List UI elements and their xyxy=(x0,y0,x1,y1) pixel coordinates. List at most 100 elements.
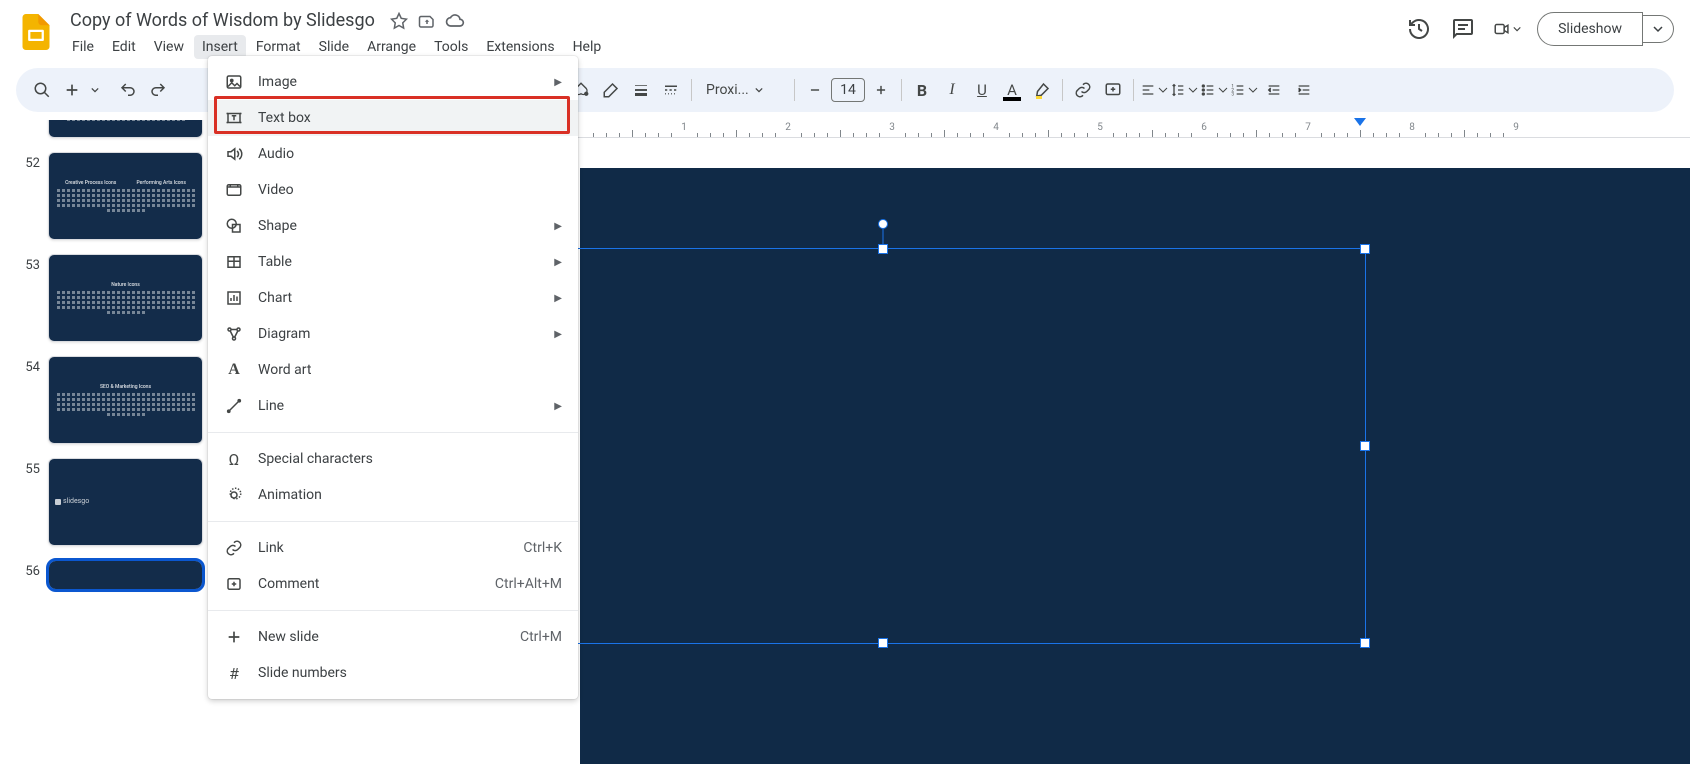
menu-audio[interactable]: Audio xyxy=(208,136,578,172)
menu-text-box[interactable]: Text box xyxy=(208,100,578,136)
submenu-arrow-icon: ▶ xyxy=(554,329,562,340)
menu-special-chars-label: Special characters xyxy=(258,451,562,467)
search-button[interactable] xyxy=(28,76,56,104)
slide-thumbnail[interactable] xyxy=(48,560,203,590)
slide-canvas[interactable] xyxy=(580,168,1690,764)
menu-video-label: Video xyxy=(258,182,562,198)
menu-table[interactable]: Table ▶ xyxy=(208,244,578,280)
redo-button[interactable] xyxy=(144,76,172,104)
meet-icon[interactable] xyxy=(1493,15,1521,43)
animation-icon xyxy=(224,485,244,505)
numbered-list-button[interactable]: 123 xyxy=(1230,76,1258,104)
menu-video[interactable]: Video xyxy=(208,172,578,208)
font-size-decrease[interactable] xyxy=(801,76,829,104)
menu-shape[interactable]: Shape ▶ xyxy=(208,208,578,244)
star-icon[interactable] xyxy=(389,11,409,31)
menu-comment[interactable]: Comment Ctrl+Alt+M xyxy=(208,566,578,602)
header-right: Slideshow xyxy=(1405,12,1674,46)
slides-logo[interactable] xyxy=(16,12,56,52)
bold-button[interactable]: B xyxy=(908,76,936,104)
shape-icon xyxy=(224,216,244,236)
menu-chart-label: Chart xyxy=(258,290,540,306)
handle-ne[interactable] xyxy=(1360,244,1370,254)
highlight-button[interactable] xyxy=(1028,76,1056,104)
menu-image[interactable]: Image ▶ xyxy=(208,64,578,100)
insert-dropdown: Image ▶ Text box Audio Video Shape ▶ Tab… xyxy=(208,56,578,699)
history-icon[interactable] xyxy=(1405,15,1433,43)
line-icon xyxy=(224,396,244,416)
submenu-arrow-icon: ▶ xyxy=(554,77,562,88)
indent-increase-button[interactable] xyxy=(1290,76,1318,104)
menu-word-art-label: Word art xyxy=(258,362,562,378)
align-button[interactable] xyxy=(1140,76,1168,104)
menu-word-art[interactable]: A Word art xyxy=(208,352,578,388)
handle-s[interactable] xyxy=(878,638,888,648)
menu-line-label: Line xyxy=(258,398,540,414)
slide-thumbnail[interactable]: Creative Process IconsPerforming Arts Ic… xyxy=(48,152,203,240)
diagram-icon xyxy=(224,324,244,344)
menu-animation[interactable]: Animation xyxy=(208,477,578,513)
font-size-increase[interactable] xyxy=(867,76,895,104)
cloud-icon[interactable] xyxy=(445,11,465,31)
slide-thumbnail[interactable]: SEO & Marketing Icons xyxy=(48,356,203,444)
menu-link[interactable]: Link Ctrl+K xyxy=(208,530,578,566)
line-spacing-button[interactable] xyxy=(1170,76,1198,104)
menu-edit[interactable]: Edit xyxy=(104,35,144,59)
slide-panel[interactable]: 52Creative Process IconsPerforming Arts … xyxy=(0,120,220,764)
border-color-button[interactable] xyxy=(597,76,625,104)
slide-thumbnail[interactable]: slidesgo xyxy=(48,458,203,546)
document-title[interactable]: Copy of Words of Wisdom by Slidesgo xyxy=(64,8,381,33)
menu-view[interactable]: View xyxy=(146,35,192,59)
slide-thumbnail[interactable]: Nature Icons xyxy=(48,254,203,342)
move-icon[interactable] xyxy=(417,11,437,31)
menu-line[interactable]: Line ▶ xyxy=(208,388,578,424)
new-slide-dd[interactable] xyxy=(88,76,102,104)
menu-special-chars[interactable]: Ω Special characters xyxy=(208,441,578,477)
menu-audio-label: Audio xyxy=(258,146,562,162)
font-family-select[interactable]: Proxi... xyxy=(698,82,788,98)
indent-decrease-button[interactable] xyxy=(1260,76,1288,104)
menu-new-slide[interactable]: New slide Ctrl+M xyxy=(208,619,578,655)
menu-chart[interactable]: Chart ▶ xyxy=(208,280,578,316)
menu-separator xyxy=(208,432,578,433)
menu-diagram-label: Diagram xyxy=(258,326,540,342)
menu-table-label: Table xyxy=(258,254,540,270)
ruler-indent-marker[interactable] xyxy=(1354,118,1366,126)
menu-slide-numbers[interactable]: # Slide numbers xyxy=(208,655,578,691)
word-art-icon: A xyxy=(224,360,244,380)
italic-button[interactable]: I xyxy=(938,76,966,104)
submenu-arrow-icon: ▶ xyxy=(554,401,562,412)
hash-icon: # xyxy=(224,663,244,683)
undo-button[interactable] xyxy=(114,76,142,104)
menu-diagram[interactable]: Diagram ▶ xyxy=(208,316,578,352)
svg-text:3: 3 xyxy=(1231,91,1234,97)
menu-link-shortcut: Ctrl+K xyxy=(523,540,562,556)
slide-thumbnail[interactable] xyxy=(48,120,203,138)
slideshow-dropdown[interactable] xyxy=(1643,15,1674,43)
comment-icon xyxy=(224,574,244,594)
separator xyxy=(1133,79,1134,101)
underline-button[interactable]: U xyxy=(968,76,996,104)
menu-new-slide-label: New slide xyxy=(258,629,506,645)
handle-e[interactable] xyxy=(1360,441,1370,451)
border-dash-button[interactable] xyxy=(657,76,685,104)
slideshow-group: Slideshow xyxy=(1537,12,1674,46)
new-slide-button[interactable] xyxy=(58,76,86,104)
slideshow-button[interactable]: Slideshow xyxy=(1537,12,1643,46)
menu-comment-label: Comment xyxy=(258,576,481,592)
menu-separator xyxy=(208,521,578,522)
handle-se[interactable] xyxy=(1360,638,1370,648)
image-icon xyxy=(224,72,244,92)
text-color-button[interactable]: A xyxy=(998,76,1026,104)
menu-file[interactable]: File xyxy=(64,35,102,59)
font-size-input[interactable]: 14 xyxy=(831,78,865,102)
comments-icon[interactable] xyxy=(1449,15,1477,43)
menu-separator xyxy=(208,610,578,611)
handle-n[interactable] xyxy=(878,244,888,254)
bulleted-list-button[interactable] xyxy=(1200,76,1228,104)
submenu-arrow-icon: ▶ xyxy=(554,257,562,268)
insert-link-button[interactable] xyxy=(1069,76,1097,104)
rotate-handle[interactable] xyxy=(878,219,888,229)
border-weight-button[interactable] xyxy=(627,76,655,104)
insert-comment-button[interactable] xyxy=(1099,76,1127,104)
